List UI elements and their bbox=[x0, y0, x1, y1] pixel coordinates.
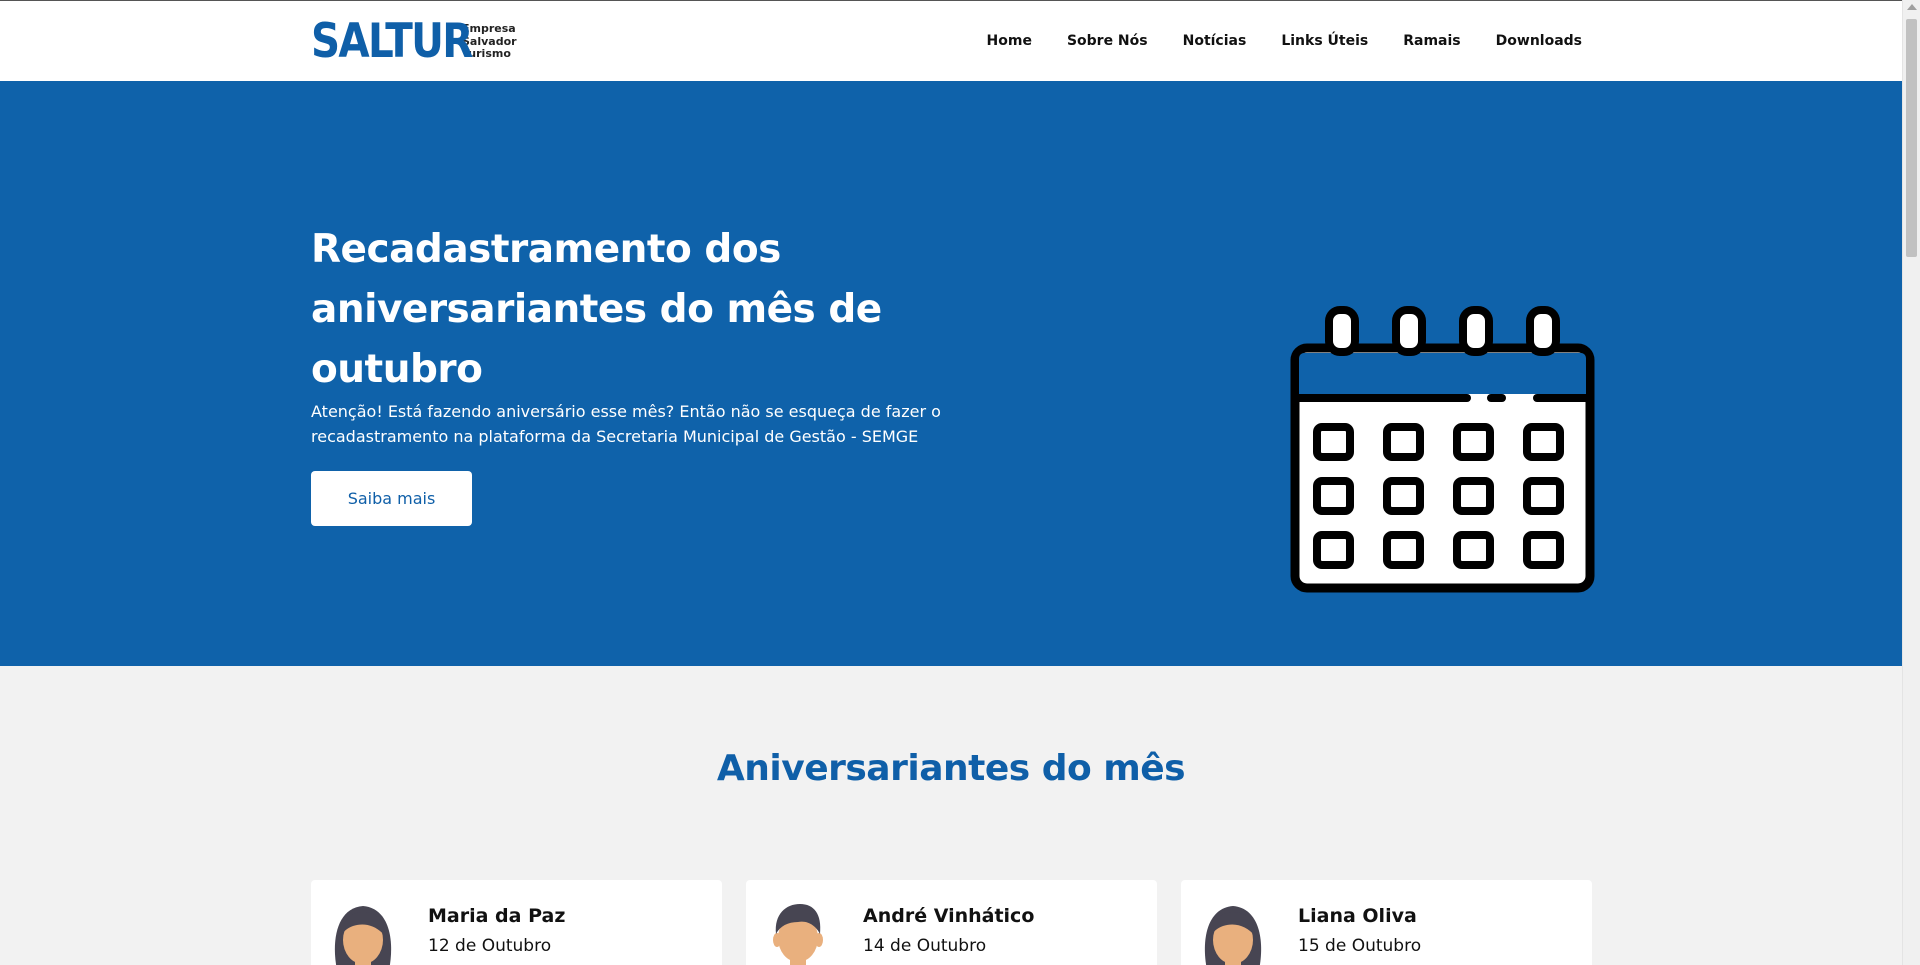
birthdays-section-title: Aniversariantes do mês bbox=[716, 748, 1186, 789]
main-nav: Home Sobre Nós Notícias Links Úteis Rama… bbox=[987, 1, 1582, 81]
nav-home[interactable]: Home bbox=[987, 33, 1032, 49]
birthday-name: Liana Oliva bbox=[1298, 905, 1417, 927]
nav-noticias[interactable]: Notícias bbox=[1183, 33, 1247, 49]
birthday-name: André Vinhático bbox=[863, 905, 1035, 927]
birthday-date: 14 de Outubro bbox=[863, 936, 987, 956]
birthday-name: Maria da Paz bbox=[428, 905, 566, 927]
scroll-up-arrow-icon[interactable] bbox=[1907, 4, 1917, 10]
hero-banner: Recadastramento dos aniversariantes do m… bbox=[0, 81, 1902, 666]
logo-wordmark: SALTUR bbox=[311, 14, 473, 69]
nav-downloads[interactable]: Downloads bbox=[1496, 33, 1582, 49]
nav-ramais[interactable]: Ramais bbox=[1403, 33, 1460, 49]
female-avatar-icon bbox=[1204, 906, 1262, 965]
birthday-date: 12 de Outubro bbox=[428, 936, 552, 956]
birthday-date: 15 de Outubro bbox=[1298, 936, 1422, 956]
nav-links-uteis[interactable]: Links Úteis bbox=[1281, 33, 1368, 49]
saltur-logo[interactable]: SALTUR Empresa Salvador Turismo bbox=[311, 14, 517, 69]
page-scrollbar[interactable] bbox=[1902, 0, 1920, 965]
nav-sobre-nos[interactable]: Sobre Nós bbox=[1067, 33, 1148, 49]
site-header: SALTUR Empresa Salvador Turismo Home Sob… bbox=[0, 1, 1902, 81]
female-avatar-icon bbox=[334, 906, 392, 965]
saiba-mais-button[interactable]: Saiba mais bbox=[311, 471, 472, 526]
birthday-card[interactable]: André Vinhático 14 de Outubro bbox=[746, 880, 1157, 965]
scrollbar-thumb[interactable] bbox=[1906, 19, 1917, 257]
calendar-icon bbox=[1290, 306, 1595, 593]
birthday-card[interactable]: Liana Oliva 15 de Outubro bbox=[1181, 880, 1592, 965]
birthday-card[interactable]: Maria da Paz 12 de Outubro bbox=[311, 880, 722, 965]
male-avatar-icon bbox=[773, 904, 823, 965]
hero-description: Atenção! Está fazendo aniversário esse m… bbox=[311, 402, 941, 446]
hero-title: Recadastramento dos aniversariantes do m… bbox=[311, 227, 882, 392]
